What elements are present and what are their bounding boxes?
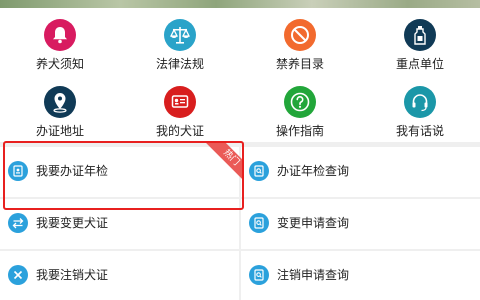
grid-item-label: 重点单位 [395,57,444,71]
close-icon [8,265,28,285]
search-doc-icon [249,161,269,181]
list-item-label: 我要变更犬证 [36,216,109,230]
list-item-cancel-license[interactable]: 我要注销犬证 [0,251,239,300]
hot-badge: 热门 [204,143,242,185]
grid-item-label: 禁养目录 [275,57,324,71]
grid-item-label: 我的犬证 [155,124,204,138]
grid-item-key-units[interactable]: 重点单位 [360,11,480,78]
id-badge-icon [8,161,28,181]
service-grid: 养犬须知 法律法规 禁养目录 重点单位 办证地址 我的犬证 操作指南 我有话说 [0,8,480,142]
list-item-query-cancel[interactable]: 注销申请查询 [241,251,480,300]
search-doc-icon [249,213,269,233]
grid-item-office-address[interactable]: 办证地址 [0,78,120,145]
list-item-query-license[interactable]: 办证年检查询 [241,147,480,197]
id-card-icon [164,86,196,118]
headset-icon [404,86,436,118]
grid-item-label: 我有话说 [395,124,444,138]
grid-item-label: 养犬须知 [35,57,84,71]
list-item-label: 注销申请查询 [277,268,350,282]
grid-item-banned-breeds[interactable]: 禁养目录 [240,11,360,78]
list-item-change-license[interactable]: 我要变更犬证 [0,199,239,249]
grid-item-dog-rules[interactable]: 养犬须知 [0,11,120,78]
list-item-label: 办证年检查询 [277,164,350,178]
grid-item-feedback[interactable]: 我有话说 [360,78,480,145]
grid-item-label: 操作指南 [275,124,324,138]
search-doc-icon [249,265,269,285]
location-pin-icon [44,86,76,118]
bell-icon [44,19,76,51]
swap-arrows-icon [8,213,28,233]
hot-ribbon: 热门 [194,143,242,191]
grid-item-label: 法律法规 [155,57,204,71]
bottle-icon [404,19,436,51]
question-icon [284,86,316,118]
list-item-label: 我要办证年检 [36,164,109,178]
top-banner-image [0,0,480,8]
list-item-query-change[interactable]: 变更申请查询 [241,199,480,249]
scales-icon [164,19,196,51]
list-item-label: 变更申请查询 [277,216,350,230]
grid-item-guide[interactable]: 操作指南 [240,78,360,145]
grid-item-laws[interactable]: 法律法规 [120,11,240,78]
list-item-label: 我要注销犬证 [36,268,109,282]
no-sign-icon [284,19,316,51]
grid-item-label: 办证地址 [35,124,84,138]
grid-item-my-dog-license[interactable]: 我的犬证 [120,78,240,145]
